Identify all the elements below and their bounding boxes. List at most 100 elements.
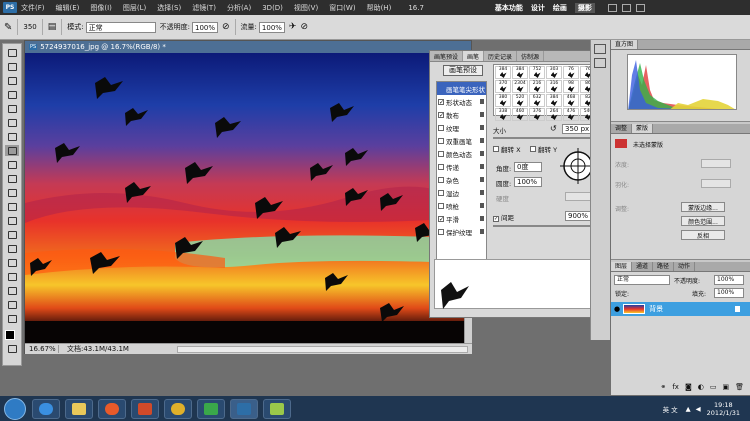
menu-edit[interactable]: 编辑(E) (56, 3, 80, 13)
brush-tip-item[interactable]: 384 (495, 66, 511, 79)
brush-option-item[interactable]: 杂色 (437, 173, 486, 186)
brush-tool-icon[interactable]: ✎ (4, 22, 12, 33)
pressure-opacity-icon[interactable]: ⊘ (222, 22, 230, 32)
eyedropper-tool-icon[interactable] (5, 117, 19, 128)
opacity-field[interactable]: 100% (192, 21, 218, 33)
zoom-dropdown[interactable]: 16.7 (408, 4, 424, 12)
network-icon[interactable]: ▲ (686, 405, 691, 413)
type-tool-icon[interactable] (5, 243, 19, 254)
tab-channels[interactable]: 通道 (632, 262, 654, 271)
brush-tip-item[interactable]: 216 (529, 80, 545, 93)
angle-field[interactable]: 0度 (514, 162, 542, 172)
clone-stamp-tool-icon[interactable] (5, 159, 19, 170)
tab-brush[interactable]: 画笔 (463, 51, 485, 61)
brush-tip-item[interactable]: 2304 (512, 80, 528, 93)
shape-tool-icon[interactable] (5, 271, 19, 282)
menu-analysis[interactable]: 分析(A) (227, 3, 251, 13)
paint-taskbar-icon[interactable] (263, 398, 291, 419)
brush-option-checkbox[interactable] (438, 176, 444, 183)
lock-icon[interactable] (480, 190, 484, 195)
ie-taskbar-icon[interactable] (32, 398, 60, 419)
workspace-photography[interactable]: 摄影 (574, 2, 595, 13)
tab-actions[interactable]: 动作 (674, 262, 696, 271)
tab-paths[interactable]: 路径 (653, 262, 675, 271)
layer-opacity-field[interactable]: 100% (714, 275, 744, 285)
spacing-checkbox[interactable]: ✓ 间距 (493, 212, 514, 222)
menu-3d[interactable]: 3D(D) (262, 4, 283, 12)
flow-field[interactable]: 100% (258, 21, 285, 33)
brush-option-item[interactable]: 保护纹理 (437, 225, 486, 238)
horizontal-scrollbar[interactable] (177, 345, 468, 353)
menu-layer[interactable]: 图层(L) (123, 3, 146, 13)
brush-option-item[interactable]: 双重画笔 (437, 134, 486, 147)
brush-tip-item[interactable]: 316 (546, 80, 562, 93)
eraser-tool-icon[interactable] (5, 187, 19, 198)
path-select-tool-icon[interactable] (5, 257, 19, 268)
menu-file[interactable]: 文件(F) (21, 3, 45, 13)
volume-icon[interactable]: ◀ (696, 405, 701, 413)
brush-tip-item[interactable]: 384 (546, 94, 562, 107)
brush-option-checkbox[interactable]: ✓ (438, 98, 444, 105)
tab-masks[interactable]: 蒙版 (632, 124, 654, 133)
brush-option-checkbox[interactable]: ✓ (438, 111, 444, 118)
brush-option-checkbox[interactable] (438, 137, 444, 144)
tab-history[interactable]: 历史记录 (484, 51, 518, 61)
brush-option-item[interactable]: ✓ 散布 (437, 108, 486, 121)
delete-layer-icon[interactable]: 🗑 (735, 383, 744, 391)
pen-tool-icon[interactable] (5, 229, 19, 240)
move-tool-icon[interactable] (5, 47, 19, 58)
brush-option-checkbox[interactable] (438, 228, 444, 235)
size-reset-icon[interactable]: ↺ (550, 124, 557, 133)
document-tab[interactable]: PS 5724937016_jpg @ 16.7%(RGB/8) * (25, 41, 471, 53)
menu-window[interactable]: 窗口(W) (329, 3, 355, 13)
ime-indicator[interactable]: 英 文 (663, 404, 678, 414)
clock[interactable]: 19:18 2012/1/31 (707, 401, 740, 417)
dodge-tool-icon[interactable] (5, 215, 19, 226)
menu-help[interactable]: 帮助(H) (367, 3, 392, 13)
size-slider[interactable] (493, 137, 598, 139)
brush-tip-item[interactable]: 338 (495, 108, 511, 121)
brush-tool-icon[interactable] (5, 145, 19, 156)
brush-tip-grid[interactable]: 384 384 752 303 76 76 370 2304 216 316 98 86 380 520 6… (493, 64, 598, 121)
brush-size-picker[interactable]: 350 (23, 23, 36, 31)
healing-brush-tool-icon[interactable] (5, 131, 19, 142)
brush-tip-item[interactable]: 384 (512, 66, 528, 79)
brush-option-item[interactable]: 纹理 (437, 121, 486, 134)
marquee-tool-icon[interactable] (5, 61, 19, 72)
explorer-taskbar-icon[interactable] (65, 398, 93, 419)
lock-icon[interactable] (480, 164, 484, 169)
brush-tip-item[interactable]: 380 (495, 94, 511, 107)
lock-icon[interactable] (480, 151, 484, 156)
brush-tip-item[interactable]: 370 (495, 80, 511, 93)
blend-mode-select[interactable]: 正常 (614, 275, 670, 285)
tab-histogram[interactable]: 直方图 (611, 40, 639, 49)
brush-panel-toggle-icon[interactable]: ▤ (48, 22, 57, 32)
lock-icon[interactable] (480, 216, 484, 221)
mask-edge-button[interactable]: 蒙版边缘... (681, 202, 725, 212)
quick-select-tool-icon[interactable] (5, 89, 19, 100)
visibility-eye-icon[interactable]: ● (614, 305, 620, 313)
lock-icon[interactable] (480, 229, 484, 234)
minimize-button[interactable] (607, 3, 617, 12)
brush-option-checkbox[interactable] (438, 150, 444, 157)
tab-adjustments[interactable]: 调整 (611, 124, 633, 133)
start-button[interactable] (4, 397, 26, 420)
menu-image[interactable]: 图像(I) (90, 3, 112, 13)
brush-tip-item[interactable]: 476 (563, 108, 579, 121)
flip-x-checkbox[interactable]: 翻转 X (493, 144, 521, 154)
brush-option-item[interactable]: ✓ 平滑 (437, 212, 486, 225)
color-range-button[interactable]: 颜色范围... (681, 216, 725, 226)
lock-icon[interactable] (480, 112, 484, 117)
layer-row-background[interactable]: ● 背景 (611, 302, 750, 316)
brush-option-item[interactable]: 喷枪 (437, 199, 486, 212)
history-brush-tool-icon[interactable] (5, 173, 19, 184)
brush-option-item[interactable]: ✓ 形状动态 (437, 95, 486, 108)
brush-option-item[interactable]: 湿边 (437, 186, 486, 199)
app-taskbar-icon[interactable] (131, 398, 159, 419)
quick-mask-icon[interactable] (5, 343, 19, 354)
foreground-color-swatch[interactable] (5, 330, 15, 340)
menu-select[interactable]: 选择(S) (157, 3, 181, 13)
lock-icon[interactable] (480, 177, 484, 182)
lock-icon[interactable] (480, 138, 484, 143)
workspace-essentials[interactable]: 基本功能 (495, 3, 523, 13)
